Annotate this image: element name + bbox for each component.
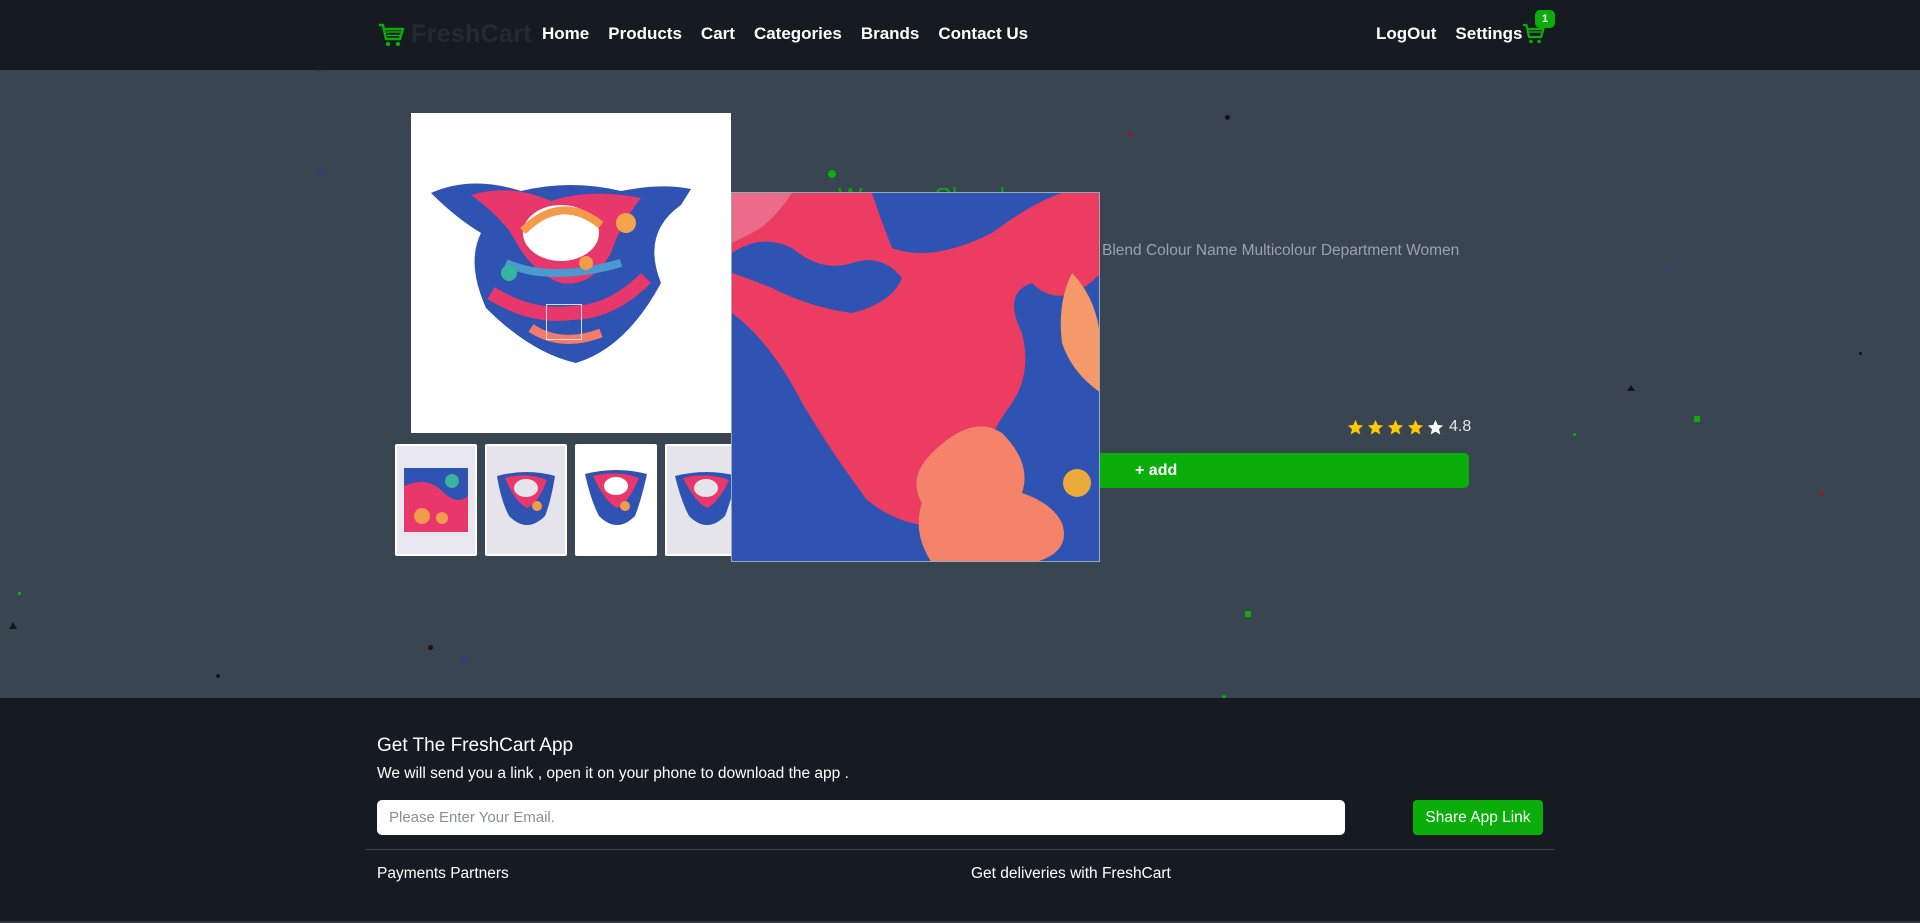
zoom-preview <box>731 192 1100 562</box>
deliveries-label: Get deliveries with FreshCart <box>971 865 1171 882</box>
star-filled-icon <box>1347 419 1364 434</box>
logout-link[interactable]: LogOut <box>1376 24 1436 44</box>
product-rating: 4.8 <box>1347 418 1471 436</box>
payments-partners-label: Payments Partners <box>377 865 509 882</box>
star-filled-icon <box>1387 419 1404 434</box>
star-filled-icon <box>1367 419 1384 434</box>
settings-link[interactable]: Settings <box>1455 24 1522 44</box>
thumbnail-1[interactable] <box>395 444 477 556</box>
zoomed-fabric-image <box>732 193 1099 561</box>
nav-right: LogOut Settings <box>1376 24 1541 44</box>
thumbnail-scarf-worn <box>487 446 565 554</box>
nav-link-contact-us[interactable]: Contact Us <box>938 24 1028 44</box>
thumbnail-scarf-flat <box>397 446 475 554</box>
zoom-lens <box>546 304 582 340</box>
cart-count-badge: 1 <box>1535 10 1555 28</box>
add-to-cart-button[interactable]: + add <box>1100 453 1469 488</box>
email-input[interactable] <box>377 800 1345 835</box>
star-filled-icon <box>1407 419 1424 434</box>
thumbnail-4[interactable] <box>665 444 735 556</box>
nav-link-brands[interactable]: Brands <box>861 24 920 44</box>
footer-title: Get The FreshCart App <box>377 735 574 756</box>
cart-logo-icon <box>379 23 405 46</box>
nav-link-products[interactable]: Products <box>608 24 682 44</box>
thumbnail-3[interactable] <box>575 444 657 556</box>
scarf-image <box>411 113 731 433</box>
star-empty-icon <box>1427 419 1444 434</box>
share-app-link-button[interactable]: Share App Link <box>1413 800 1543 835</box>
thumbnail-2[interactable] <box>485 444 567 556</box>
thumbnail-scarf-tied <box>577 446 655 554</box>
nav-link-categories[interactable]: Categories <box>754 24 842 44</box>
brand-name: FreshCart <box>411 20 532 48</box>
footer-subtitle: We will send you a link , open it on you… <box>377 765 849 782</box>
product-main-image[interactable] <box>411 113 731 433</box>
main-nav: Home Products Cart Categories Brands Con… <box>542 24 1047 44</box>
footer-divider <box>366 849 1554 850</box>
rating-value: 4.8 <box>1449 418 1472 435</box>
brand-logo[interactable]: FreshCart <box>377 20 532 49</box>
nav-link-cart[interactable]: Cart <box>701 24 735 44</box>
product-description: Blend Colour Name Multicolour Department… <box>1102 242 1460 259</box>
nav-link-home[interactable]: Home <box>542 24 589 44</box>
thumbnail-scarf-alt <box>667 446 735 554</box>
